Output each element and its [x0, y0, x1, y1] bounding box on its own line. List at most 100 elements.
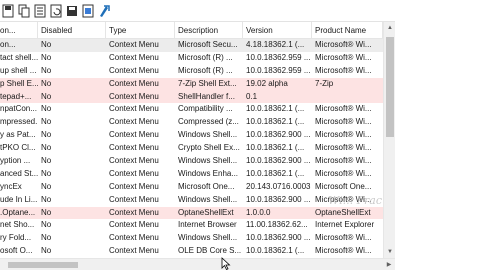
table-row[interactable]: .Optane... No Context Menu OptaneShellExt 1.…	[0, 206, 383, 220]
cell-product-name: Microsoft® Wi...	[315, 52, 372, 62]
horizontal-scrollbar[interactable]: ▶	[0, 258, 395, 270]
cell-name: anced St...	[0, 168, 38, 178]
table-row[interactable]: p Shell E... No Context Menu 7-Zip Shell Ex…	[0, 77, 383, 91]
cell-description: Windows Shell...	[178, 233, 238, 243]
disk-icon[interactable]	[66, 4, 78, 18]
cell-description: Compatibility ...	[178, 104, 233, 114]
horizontal-scroll-thumb[interactable]	[8, 262, 78, 268]
cell-description: Microsoft One...	[178, 181, 235, 191]
cell-type: Context Menu	[109, 194, 159, 204]
column-header-name[interactable]: on...	[0, 22, 38, 39]
cell-type: Context Menu	[109, 117, 159, 127]
refresh-icon[interactable]	[50, 4, 62, 18]
cell-type: Context Menu	[109, 246, 159, 256]
column-header-version[interactable]: Version	[243, 22, 312, 39]
copy-icon[interactable]	[18, 4, 30, 18]
properties-icon[interactable]	[34, 4, 46, 18]
cell-name: .Optane...	[0, 207, 36, 217]
cell-disabled: No	[41, 104, 52, 114]
cell-type: Context Menu	[109, 220, 159, 230]
cell-product-name: Microsoft® Wi...	[315, 104, 372, 114]
cell-description: Microsoft (R) ...	[178, 65, 233, 75]
cell-version: 19.02 alpha	[246, 78, 288, 88]
table-row[interactable]: anced St... No Context Menu Windows Enha...…	[0, 168, 383, 181]
table-row[interactable]: y as Pat... No Context Menu Windows Shell..…	[0, 129, 383, 142]
cell-type: Context Menu	[109, 130, 159, 140]
cell-name: ude In Li...	[0, 194, 38, 204]
cell-description: Microsoft (R) ...	[178, 52, 233, 62]
cell-version: 10.0.18362.900 ...	[246, 194, 311, 204]
scroll-right-icon[interactable]: ▶	[383, 259, 395, 270]
cell-name: ry Fold...	[0, 233, 32, 243]
cell-version: 11.00.18362.62...	[246, 220, 308, 230]
column-header-disabled[interactable]: Disabled	[38, 22, 106, 39]
cell-product-name: Microsoft® Wi...	[315, 40, 372, 49]
table-row[interactable]: osoft O... No Context Menu OLE DB Core S...…	[0, 245, 383, 258]
cell-description: Microsoft Secu...	[178, 40, 238, 49]
cell-description: 7-Zip Shell Ext...	[178, 78, 237, 88]
cell-type: Context Menu	[109, 156, 159, 166]
cell-name: tPKO Cl...	[0, 143, 36, 153]
cell-type: Context Menu	[109, 207, 159, 217]
cell-name: mpressed...	[0, 117, 38, 127]
cell-version: 1.0.0.0	[246, 207, 271, 217]
cell-version: 4.18.18362.1 (...	[246, 40, 305, 49]
cell-name: osoft O...	[0, 246, 33, 256]
table-row[interactable]: ude In Li... No Context Menu Windows Shell.…	[0, 194, 383, 207]
cell-name: yncEx	[0, 181, 22, 191]
cell-disabled: No	[41, 117, 52, 127]
cell-version: 10.0.18362.900 ...	[246, 156, 311, 166]
cell-type: Context Menu	[109, 143, 159, 153]
cell-product-name: Microsoft® Wi...	[315, 130, 372, 140]
cell-description: Windows Shell...	[178, 156, 238, 166]
cell-disabled: No	[41, 78, 52, 88]
table-row[interactable]: mpressed... No Context Menu Compressed (z..…	[0, 116, 383, 129]
cell-type: Context Menu	[109, 78, 159, 88]
cell-name: tepad+...	[0, 91, 32, 101]
cell-type: Context Menu	[109, 65, 159, 75]
table-row[interactable]: on... No Context Menu Microsoft Secu... 4.18…	[0, 39, 383, 52]
vertical-scrollbar[interactable]: ▲ ▼	[383, 22, 395, 258]
table-row[interactable]: ry Fold... No Context Menu Windows Shell...…	[0, 232, 383, 245]
table-row[interactable]: npatCon... No Context Menu Compatibility ..…	[0, 103, 383, 116]
table-row[interactable]: yncEx No Context Menu Microsoft One... 20.14…	[0, 181, 383, 194]
table-row[interactable]: tPKO Cl... No Context Menu Crypto Shell Ex.…	[0, 142, 383, 155]
cell-type: Context Menu	[109, 233, 159, 243]
cell-product-name	[312, 91, 383, 104]
column-header-description[interactable]: Description	[175, 22, 243, 39]
cell-description: Internet Browser	[178, 220, 237, 230]
cell-type: Context Menu	[109, 168, 159, 178]
cell-disabled: No	[41, 130, 52, 140]
mouse-cursor-icon	[221, 257, 231, 270]
vertical-scroll-thumb[interactable]	[386, 37, 394, 137]
table-header: on... Disabled Type Description Version …	[0, 22, 383, 39]
cell-disabled: No	[41, 181, 52, 191]
cell-type: Context Menu	[109, 104, 159, 114]
table-row[interactable]: yption ... No Context Menu Windows Shell...…	[0, 155, 383, 168]
cell-disabled: No	[41, 156, 52, 166]
cell-version: 10.0.18362.1 (...	[246, 246, 305, 256]
save-icon[interactable]	[2, 4, 14, 18]
column-header-product-name[interactable]: Product Name	[312, 22, 383, 39]
cell-name: up shell ...	[0, 65, 37, 75]
table-row[interactable]: tact shell... No Context Menu Microsoft (R)…	[0, 52, 383, 65]
cell-product-name: 7-Zip	[315, 78, 334, 88]
cell-version: 10.0.18362.1 (...	[246, 117, 305, 127]
table-row[interactable]: net Sho... No Context Menu Internet Browser…	[0, 219, 383, 232]
cell-product-name: Microsoft® Wi...	[315, 65, 372, 75]
cell-description: Windows Shell...	[178, 130, 238, 140]
cell-name: tact shell...	[0, 52, 38, 62]
cell-product-name: Microsoft® Wi...	[315, 168, 372, 178]
cell-product-name: Microsoft One...	[315, 181, 372, 191]
table-row[interactable]: tepad+... No Context Menu ShellHandler f...…	[0, 90, 383, 104]
scroll-down-icon[interactable]: ▼	[384, 246, 396, 258]
cell-description: ShellHandler f...	[178, 91, 235, 101]
scroll-up-icon[interactable]: ▲	[384, 22, 396, 34]
cell-version: 10.0.18362.1 (...	[246, 168, 305, 178]
html-report-icon[interactable]	[82, 4, 94, 18]
table-row[interactable]: up shell ... No Context Menu Microsoft (R) …	[0, 65, 383, 78]
cell-product-name: Internet Explorer	[315, 220, 375, 230]
run-icon[interactable]	[98, 4, 110, 18]
column-header-type[interactable]: Type	[106, 22, 175, 39]
cell-disabled: No	[41, 65, 52, 75]
